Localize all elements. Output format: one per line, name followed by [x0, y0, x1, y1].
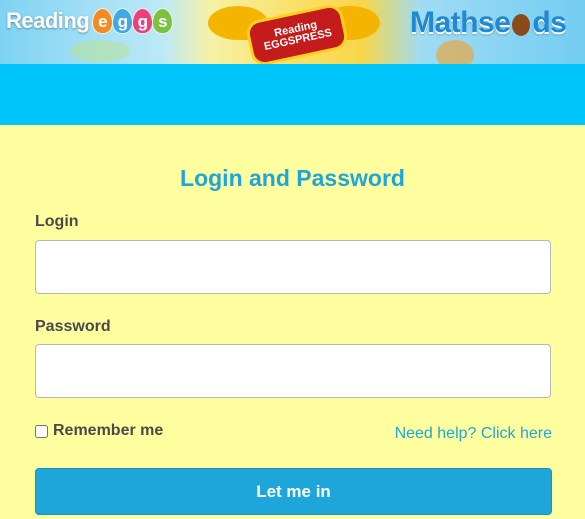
password-label: Password [35, 318, 111, 335]
mathseeds-word-end: ds [532, 6, 567, 39]
help-link[interactable]: Need help? Click here [395, 425, 552, 443]
mathseeds-word-start: Mathse [410, 6, 511, 39]
reading-eggspress-logo[interactable]: Reading EGGSPRESS [208, 2, 380, 64]
login-label: Login [35, 213, 79, 230]
egg-letter-e: e [92, 8, 114, 34]
mathseeds-logo[interactable]: Mathse ds [410, 6, 567, 40]
reading-eggs-logo-word: Reading [6, 8, 90, 33]
seed-icon [512, 14, 531, 36]
login-input[interactable] [35, 240, 551, 294]
login-button[interactable]: Let me in [35, 468, 552, 515]
reading-eggs-logo[interactable]: Reading e g g s [6, 8, 174, 34]
remember-me[interactable]: Remember me [35, 422, 163, 440]
egg-letter-s: s [152, 8, 174, 34]
remember-label[interactable]: Remember me [53, 422, 163, 440]
page-title: Login and Password [180, 165, 405, 191]
egg-letter-g: g [132, 8, 154, 34]
sky-strip [0, 64, 585, 125]
sun-decoration [436, 40, 474, 64]
leaf-decoration [70, 40, 130, 62]
egg-letter-g: g [112, 8, 134, 34]
remember-checkbox[interactable] [35, 424, 48, 438]
header-banner: Reading e g g s Reading EGGSPRESS Mathse… [0, 0, 585, 64]
password-input[interactable] [35, 344, 551, 398]
